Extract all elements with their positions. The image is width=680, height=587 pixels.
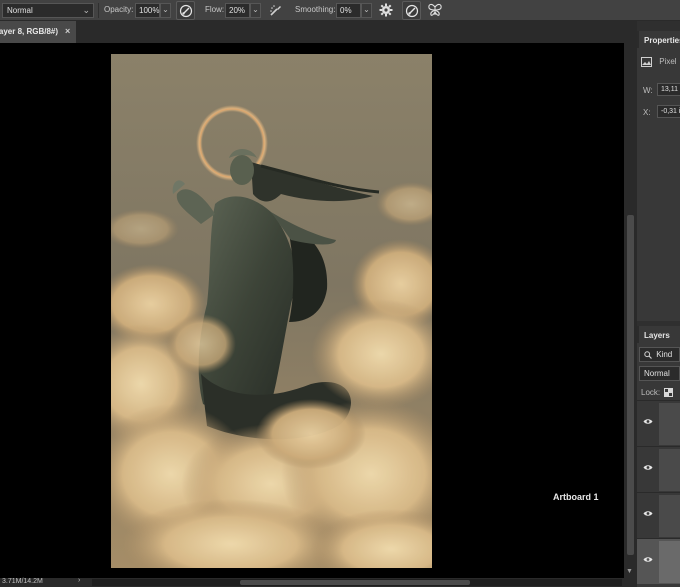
layer-filter-kind[interactable]: Kind	[639, 347, 680, 362]
symmetry-butterfly-icon	[428, 3, 442, 16]
symmetry-button[interactable]	[427, 2, 443, 20]
properties-panel-header: Properties	[637, 31, 680, 48]
layer-row[interactable]	[637, 446, 680, 492]
properties-panel: Properties Pixel W: 13,11 X: -0,31 i	[637, 31, 680, 321]
layer-filter-kind-label: Kind	[656, 350, 673, 359]
status-bar: 3.71M/14.2M ›	[0, 577, 637, 587]
document-tab-title: Layer 8, RGB/8#)	[0, 27, 59, 36]
airbrush-button[interactable]	[268, 2, 284, 20]
pressure-opacity-icon	[179, 4, 193, 18]
opacity-dropdown-icon[interactable]: ⌄	[160, 3, 171, 18]
smoothing-input[interactable]: 0%	[336, 3, 361, 18]
document-tab[interactable]: Layer 8, RGB/8#) ×	[0, 21, 76, 43]
scroll-down-arrow-icon[interactable]: ▼	[626, 568, 633, 575]
visibility-eye-icon[interactable]	[643, 418, 653, 425]
width-input[interactable]: 13,11	[657, 83, 680, 96]
right-panel-dock: Properties Pixel W: 13,11 X: -0,31 i Lay…	[637, 21, 680, 587]
visibility-eye-icon[interactable]	[643, 464, 653, 471]
document-tab-bar: Layer 8, RGB/8#) ×	[0, 21, 637, 43]
layers-panel-header: Layers	[637, 326, 680, 343]
chevron-down-icon: ⌄	[82, 5, 90, 15]
vertical-scrollbar[interactable]: ▼	[624, 43, 637, 578]
layer-thumbnail[interactable]	[659, 449, 680, 491]
lock-transparent-pixels-icon[interactable]	[664, 388, 674, 398]
options-bar: Normal ⌄ Opacity: 100% ⌄ Flow: 20% ⌄ Smo…	[0, 0, 680, 21]
status-menu-caret[interactable]: ›	[78, 577, 80, 584]
pixel-type-label: Pixel	[659, 57, 677, 67]
layer-row-selected[interactable]	[637, 538, 680, 584]
layer-thumbnail[interactable]	[659, 541, 680, 583]
layer-row[interactable]	[637, 400, 680, 446]
artboard[interactable]	[111, 54, 432, 568]
pixel-layer-type: Pixel	[641, 57, 677, 67]
x-label: X:	[643, 108, 651, 117]
layers-panel: Layers Kind Normal Lock:	[637, 326, 680, 587]
smoothing-label: Smoothing:	[295, 5, 336, 14]
blend-mode-value: Normal	[7, 6, 33, 15]
horizontal-scrollbar-thumb[interactable]	[240, 580, 470, 585]
canvas-workspace[interactable]: Artboard 1	[0, 43, 624, 578]
flow-input[interactable]: 20%	[225, 3, 250, 18]
airbrush-icon	[270, 5, 281, 16]
flow-dropdown-icon[interactable]: ⌄	[250, 3, 261, 18]
image-icon	[641, 57, 652, 67]
artboard-label[interactable]: Artboard 1	[553, 492, 599, 502]
layer-blend-mode-value: Normal	[644, 369, 670, 378]
layer-thumbnail[interactable]	[659, 495, 680, 537]
close-icon[interactable]: ×	[65, 26, 70, 36]
visibility-eye-icon[interactable]	[643, 510, 653, 517]
search-icon	[644, 351, 652, 359]
lock-label: Lock:	[641, 388, 661, 397]
opacity-input[interactable]: 100%	[135, 3, 160, 18]
horizontal-scrollbar[interactable]	[92, 579, 622, 586]
x-position-input[interactable]: -0,31 i	[657, 105, 680, 118]
separator	[98, 3, 99, 18]
pressure-size-icon	[405, 4, 419, 18]
tab-properties[interactable]: Properties	[639, 31, 680, 48]
smoothing-dropdown-icon[interactable]: ⌄	[361, 3, 372, 18]
width-label: W:	[643, 86, 653, 95]
tab-layers[interactable]: Layers	[639, 326, 680, 343]
pressure-opacity-button[interactable]	[176, 1, 195, 20]
lock-row: Lock:	[641, 388, 674, 398]
flow-label: Flow:	[205, 5, 225, 14]
layer-row[interactable]	[637, 492, 680, 538]
document-size-readout[interactable]: 3.71M/14.2M	[2, 578, 43, 585]
blend-mode-dropdown[interactable]: Normal ⌄	[2, 3, 94, 18]
smoothing-settings-button[interactable]	[378, 2, 394, 20]
pressure-size-button[interactable]	[402, 1, 421, 20]
gear-icon	[379, 3, 393, 17]
visibility-eye-icon[interactable]	[643, 556, 653, 563]
layer-thumbnail[interactable]	[659, 403, 680, 445]
opacity-label: Opacity:	[104, 5, 134, 14]
painting-artwork	[111, 54, 432, 568]
scrollbar-thumb[interactable]	[627, 215, 634, 555]
layer-blend-mode-dropdown[interactable]: Normal	[639, 366, 680, 381]
